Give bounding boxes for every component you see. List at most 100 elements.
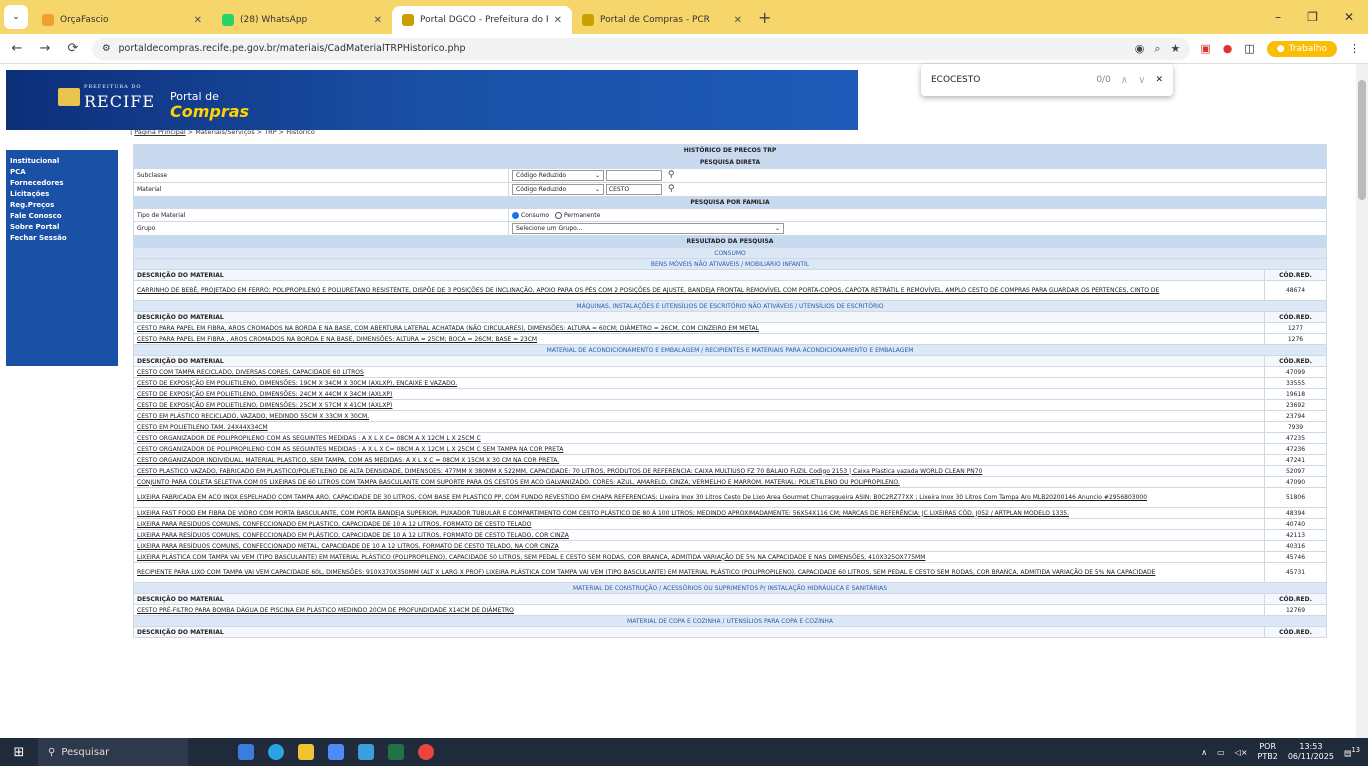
material-desc-link[interactable]: CESTO EM PLÁSTICO RECICLADO, VAZADO, MED… — [133, 410, 1265, 422]
material-desc-link[interactable]: CESTO ORGANIZADOR DE POLIPROPILENO COM A… — [133, 432, 1265, 444]
material-desc-link[interactable]: CESTO DE EXPOSIÇÃO EM POLIETILENO, DIMEN… — [133, 377, 1265, 389]
material-desc-link[interactable]: CARRINHO DE BEBÊ, PROJETADO EM FERRO; PO… — [133, 280, 1265, 301]
material-desc-link[interactable]: LIXEIRA PLÁSTICA COM TAMPA VAI VEM (TIPO… — [133, 551, 1265, 563]
sidebar-item[interactable]: Sobre Portal — [6, 222, 118, 233]
scroll-thumb[interactable] — [1358, 80, 1366, 200]
material-desc-link[interactable]: CESTO ORGANIZADOR DE POLIPROPILENO COM A… — [133, 443, 1265, 455]
minimize-icon[interactable]: – — [1275, 10, 1281, 24]
file-explorer-icon[interactable] — [298, 744, 314, 760]
search-icon[interactable]: ⚲ — [668, 170, 675, 180]
task-view-icon[interactable] — [238, 744, 254, 760]
find-next-icon[interactable]: ∨ — [1138, 75, 1145, 86]
table-row: LIXEIRA PLÁSTICA COM TAMPA VAI VEM (TIPO… — [133, 551, 1327, 563]
tab-close-icon[interactable]: ✕ — [734, 15, 742, 26]
close-window-icon[interactable]: ✕ — [1344, 10, 1354, 24]
sidebar-item[interactable]: Fale Conosco — [6, 211, 118, 222]
page-scrollbar[interactable] — [1356, 64, 1368, 738]
keyboard-layout: PTB2 — [1257, 752, 1278, 761]
sidebar-item[interactable]: PCA — [6, 167, 118, 178]
subclasse-select[interactable]: Código Reduzido ⌄ — [512, 170, 604, 181]
material-desc-link[interactable]: LIXEIRA FABRICADA EM ACO INOX ESPELHADO … — [133, 487, 1265, 508]
clock[interactable]: 13:53 06/11/2025 — [1288, 742, 1334, 762]
browser-tab[interactable]: OrçaFascio ✕ — [32, 6, 212, 34]
taskbar-search[interactable]: ⚲ Pesquisar — [38, 738, 188, 766]
extensions-puzzle-icon[interactable]: ◫ — [1244, 42, 1254, 55]
excel-icon[interactable] — [388, 744, 404, 760]
tab-close-icon[interactable]: ✕ — [194, 15, 202, 26]
find-prev-icon[interactable]: ∧ — [1121, 75, 1128, 86]
col-desc-header: DESCRIÇÃO DO MATERIAL — [133, 355, 1265, 367]
windows-start-icon[interactable]: ⊞ — [0, 745, 38, 760]
sidebar-item[interactable]: Reg.Preços — [6, 200, 118, 211]
table-row: CESTO ORGANIZADOR DE POLIPROPILENO COM A… — [133, 432, 1327, 444]
browser-tab[interactable]: Portal DGCO - Prefeitura do Re ✕ — [392, 6, 572, 34]
reload-icon[interactable]: ⟳ — [64, 41, 82, 56]
menu-icon[interactable]: ⋮ — [1349, 42, 1360, 55]
volume-icon[interactable]: ◁× — [1235, 748, 1248, 757]
sidebar-item[interactable]: Fechar Sessão — [6, 233, 118, 244]
material-desc-link[interactable]: LIXEIRA PARA RESÍDUOS COMUNS, CONFECCION… — [133, 540, 1265, 552]
material-desc-link[interactable]: CESTO COM TAMPA RECICLADO, DIVERSAS CORE… — [133, 366, 1265, 378]
tray-chevron-icon[interactable]: ∧ — [1201, 748, 1207, 757]
material-desc-link[interactable]: CESTO DE EXPOSIÇÃO EM POLIETILENO, DIMEN… — [133, 388, 1265, 400]
address-bar[interactable]: ⚙ portaldecompras.recife.pe.gov.br/mater… — [92, 37, 1191, 60]
bookmark-star-icon[interactable]: ★ — [1171, 42, 1181, 55]
radio-consumo[interactable] — [512, 211, 519, 219]
material-desc-link[interactable]: CESTO PARA PAPEL EM FIBRA, AROS CROMADOS… — [133, 322, 1265, 334]
material-desc-link[interactable]: LIXEIRA PARA RESIDUOS COMUNS, CONFECCION… — [133, 518, 1265, 530]
edge-icon[interactable] — [268, 744, 284, 760]
site-info-icon[interactable]: ⚙ — [102, 43, 111, 54]
sidebar-item[interactable]: Fornecedores — [6, 178, 118, 189]
radio-permanente[interactable] — [555, 211, 563, 219]
material-code: 45731 — [1264, 562, 1327, 583]
material-desc-link[interactable]: LIXEIRA PARA RESÍDUOS COMUNS, CONFECCION… — [133, 529, 1265, 541]
chrome-icon[interactable] — [418, 744, 434, 760]
breadcrumb-home-link[interactable]: Página Principal — [134, 128, 185, 136]
material-code: 12769 — [1264, 604, 1327, 616]
store-icon[interactable] — [328, 744, 344, 760]
material-input[interactable]: CESTO — [605, 184, 662, 195]
tab-close-icon[interactable]: ✕ — [374, 15, 382, 26]
material-desc-link[interactable]: CESTO ORGANIZADOR INDIVIDUAL, MATERIAL P… — [133, 454, 1265, 466]
tab-close-icon[interactable]: ✕ — [554, 15, 562, 26]
new-tab-button[interactable]: + — [758, 8, 771, 27]
profile-avatar-icon: ● — [1276, 43, 1285, 54]
browser-tab[interactable]: (28) WhatsApp ✕ — [212, 6, 392, 34]
app-icon[interactable] — [358, 744, 374, 760]
network-icon[interactable]: ▭ — [1217, 748, 1225, 757]
material-code: 40316 — [1264, 540, 1327, 552]
sidebar-item[interactable]: Licitações — [6, 189, 118, 200]
search-icon[interactable]: ⚲ — [668, 184, 675, 194]
material-desc-link[interactable]: CESTO DE EXPOSIÇÃO EM POLIETILENO, DIMEN… — [133, 399, 1265, 411]
restore-icon[interactable]: ❐ — [1307, 10, 1318, 24]
group-header: MATERIAL DE CONSTRUÇÃO / ACESSÓRIOS OU S… — [133, 582, 1327, 594]
forward-icon[interactable]: → — [36, 41, 54, 56]
logo-recife[interactable]: RECIFE — [84, 92, 155, 111]
material-desc-link[interactable]: CONJUNTO PARA COLETA SELETIVA COM 05 LIX… — [133, 476, 1265, 488]
tipo-label: Tipo de Material — [133, 208, 509, 222]
grupo-select[interactable]: Selecione um Grupo... ⌄ — [512, 223, 784, 234]
back-icon[interactable]: ← — [8, 41, 26, 56]
material-desc-link[interactable]: CESTO PLASTICO VAZADO, FABRICADO EM PLAS… — [133, 465, 1265, 477]
profile-button[interactable]: ● Trabalho — [1266, 40, 1337, 57]
material-desc-link[interactable]: RECIPIENTE PARA LIXO COM TAMPA VAI VEM C… — [133, 562, 1265, 583]
material-select[interactable]: Código Reduzido ⌄ — [512, 184, 604, 195]
section-results: RESULTADO DA PESQUISA — [133, 235, 1327, 248]
find-input[interactable]: ECOCESTO — [931, 75, 1086, 85]
notification-icon[interactable]: ▤13 — [1344, 746, 1360, 758]
browser-tab[interactable]: Portal de Compras - PCR ✕ — [572, 6, 752, 34]
material-desc-link[interactable]: CESTO PRÉ-FILTRO PARA BOMBA DÁGUA DE PIS… — [133, 604, 1265, 616]
material-desc-link[interactable]: CESTO PARA PAPEL EM FIBRA , AROS CROMADO… — [133, 333, 1265, 345]
tab-search-dropdown[interactable]: ⌄ — [4, 5, 28, 29]
zoom-icon[interactable]: ⌕ — [1154, 42, 1160, 56]
extension-icon[interactable]: ● — [1223, 42, 1233, 55]
url-text: portaldecompras.recife.pe.gov.br/materia… — [118, 43, 466, 54]
extension-icon[interactable]: ▣ — [1200, 42, 1210, 55]
translate-icon[interactable]: ◉ — [1135, 42, 1145, 55]
subclasse-input[interactable] — [605, 170, 662, 181]
sidebar-item[interactable]: Institucional — [6, 156, 118, 167]
material-desc-link[interactable]: CESTO EM POLIETILENO TAM. 24X44X34CM — [133, 421, 1265, 433]
material-desc-link[interactable]: LIXEIRA FAST FOOD EM FIBRA DE VIDRO COM … — [133, 507, 1265, 519]
find-close-icon[interactable]: ✕ — [1155, 75, 1163, 85]
lang-indicator[interactable]: POR PTB2 — [1258, 742, 1278, 762]
